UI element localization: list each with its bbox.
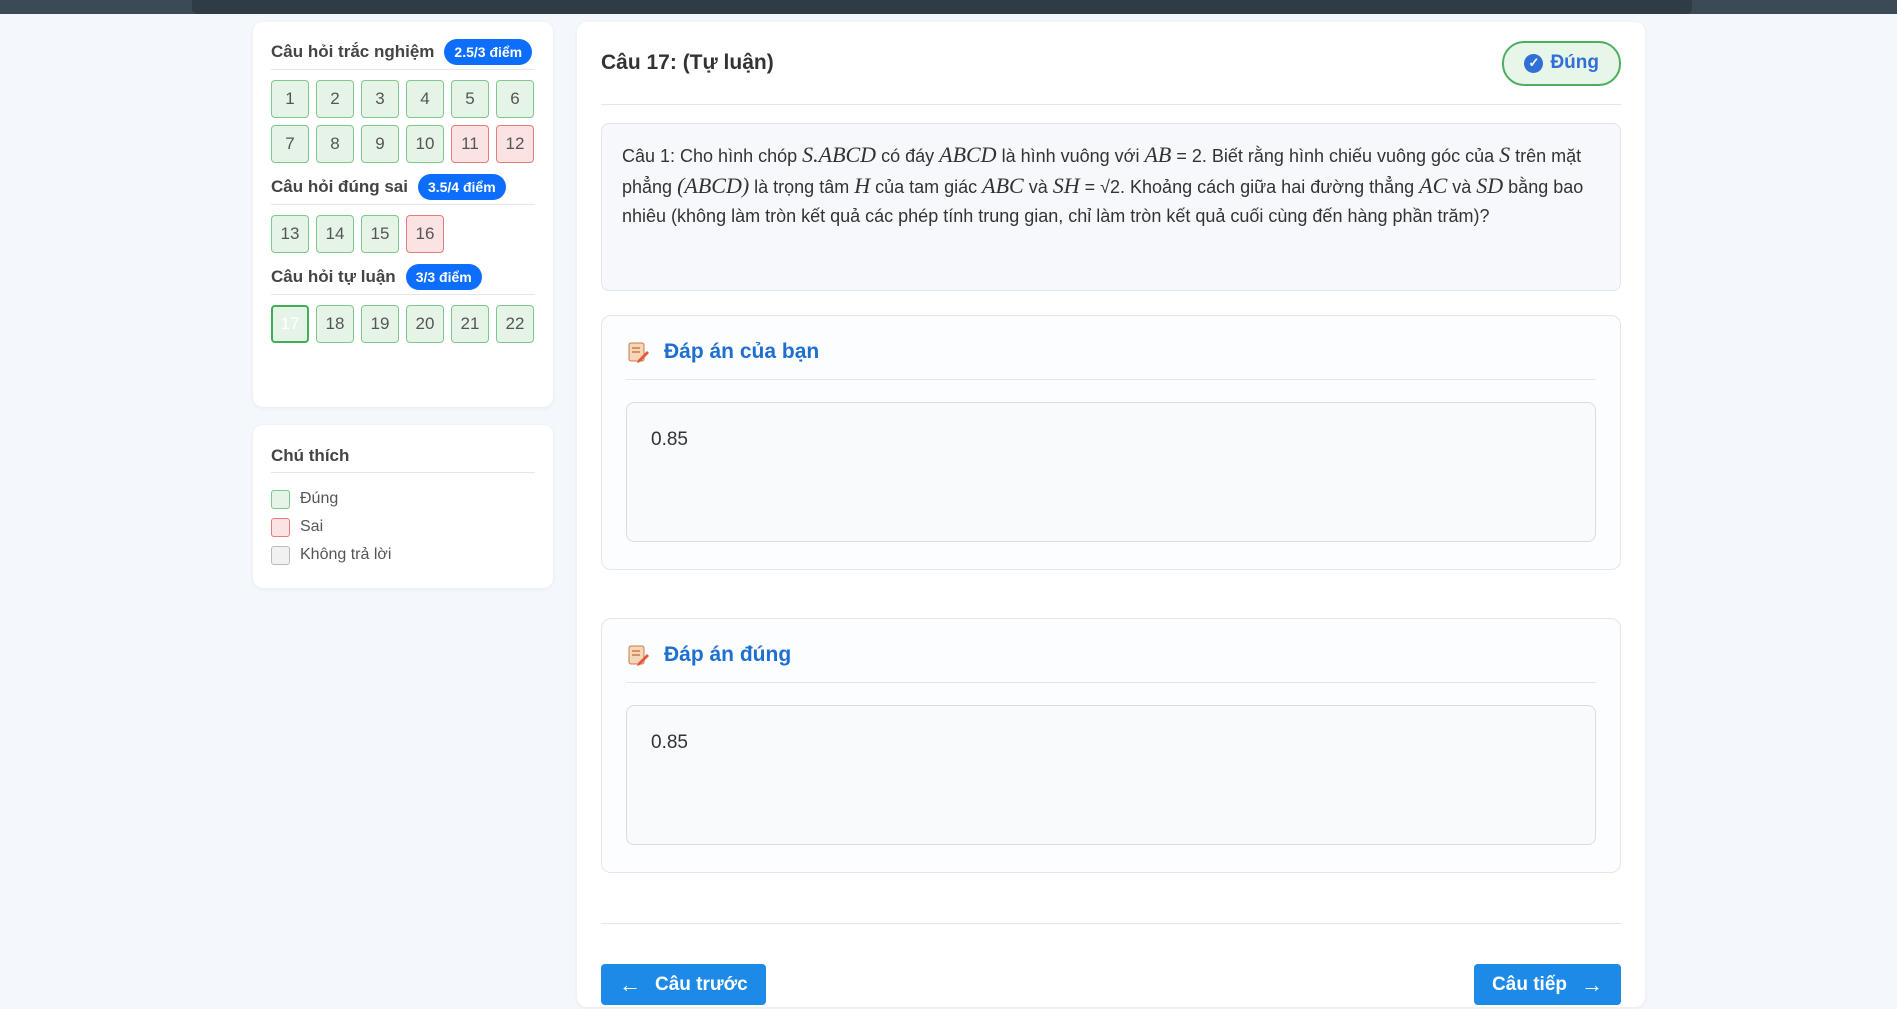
- previous-question-button[interactable]: ← Câu trước: [601, 964, 766, 1005]
- question-number-button[interactable]: 12: [496, 125, 534, 163]
- score-badge: 3.5/4 điểm: [417, 173, 506, 200]
- question-number-button[interactable]: 14: [316, 215, 354, 253]
- question-number-button[interactable]: 13: [271, 215, 309, 253]
- legend-item: Sai: [271, 513, 535, 541]
- correct-answer-title: Đáp án đúng: [664, 642, 792, 666]
- question-number-button[interactable]: 10: [406, 125, 444, 163]
- question-text-part: = √2. Khoảng cách giữa hai đường thẳng: [1079, 177, 1420, 197]
- question-number-button[interactable]: 15: [361, 215, 399, 253]
- edit-note-icon: [628, 342, 649, 363]
- legend-label: Không trả lời: [300, 546, 392, 563]
- footer-divider: [601, 923, 1621, 924]
- correct-answer-value: 0.85: [626, 705, 1596, 845]
- question-group-title: Câu hỏi đúng sai: [271, 176, 408, 196]
- math-expression: (ABCD): [677, 173, 750, 198]
- question-title: Câu 17: (Tự luận): [601, 51, 774, 74]
- next-question-button[interactable]: Câu tiếp →: [1474, 964, 1621, 1005]
- question-number-button[interactable]: 17: [271, 305, 309, 343]
- question-group-header: Câu hỏi trắc nghiệm 2.5/3 điểm: [271, 38, 535, 70]
- question-number-button[interactable]: 22: [496, 305, 534, 343]
- legend-title: Chú thích: [271, 443, 535, 473]
- question-group-header: Câu hỏi đúng sai 3.5/4 điểm: [271, 173, 535, 205]
- math-expression: AC: [1419, 173, 1448, 198]
- legend-swatch: [271, 517, 290, 537]
- question-grid: 1 2 3 4 5 6 7 8 9 10 11 12: [271, 80, 535, 163]
- correct-answer-section: Đáp án đúng 0.85: [601, 618, 1621, 873]
- edit-note-icon: [628, 645, 649, 666]
- your-answer-section: Đáp án của bạn 0.85: [601, 315, 1621, 570]
- math-expression: S: [1499, 142, 1511, 167]
- question-number-button[interactable]: 4: [406, 80, 444, 118]
- question-number-button[interactable]: 9: [361, 125, 399, 163]
- question-number-button[interactable]: 7: [271, 125, 309, 163]
- question-grid: 13 14 15 16: [271, 215, 535, 253]
- math-expression: SH: [1052, 173, 1080, 198]
- question-number-button[interactable]: 11: [451, 125, 489, 163]
- score-badge: 3/3 điểm: [405, 263, 482, 290]
- check-circle-icon: ✓: [1524, 53, 1544, 73]
- result-status-badge: ✓ Đúng: [1502, 40, 1621, 86]
- question-group-header: Câu hỏi tự luận 3/3 điểm: [271, 263, 535, 295]
- question-text: Câu 1: Cho hình chóp S.ABCD có đáy ABCD …: [601, 123, 1621, 291]
- math-expression: AB: [1144, 142, 1172, 167]
- arrow-right-icon: →: [1581, 971, 1603, 997]
- question-number-button[interactable]: 5: [451, 80, 489, 118]
- question-number-button[interactable]: 21: [451, 305, 489, 343]
- math-expression: ABCD: [939, 142, 997, 167]
- question-number-button[interactable]: 20: [406, 305, 444, 343]
- question-number-button[interactable]: 2: [316, 80, 354, 118]
- score-badge: 2.5/3 điểm: [444, 38, 533, 65]
- legend-swatch: [271, 545, 290, 565]
- legend-panel: Chú thích Đúng Sai Không trả lời: [253, 425, 553, 588]
- next-question-label: Câu tiếp: [1492, 973, 1567, 995]
- question-grid: 17 18 19 20 21 22: [271, 305, 535, 343]
- your-answer-title: Đáp án của bạn: [664, 339, 820, 363]
- question-text-part: Câu 1: Cho hình chóp: [622, 146, 803, 166]
- question-number-button[interactable]: 3: [361, 80, 399, 118]
- question-text-part: = 2. Biết rằng hình chiếu vuông góc của: [1171, 146, 1500, 166]
- question-text-part: là trọng tâm: [749, 177, 855, 197]
- legend-label: Đúng: [300, 490, 339, 507]
- question-number-button[interactable]: 19: [361, 305, 399, 343]
- question-text-part: và: [1023, 177, 1053, 197]
- math-expression: SD: [1476, 173, 1504, 198]
- math-expression: H: [854, 173, 871, 198]
- question-text-part: và: [1447, 177, 1477, 197]
- question-group-title: Câu hỏi tự luận: [271, 266, 396, 286]
- question-number-button[interactable]: 18: [316, 305, 354, 343]
- question-text-part: của tam giác: [870, 177, 983, 197]
- previous-question-label: Câu trước: [655, 973, 748, 995]
- legend-item: Không trả lời: [271, 541, 535, 569]
- legend-item: Đúng: [271, 485, 535, 513]
- result-status-label: Đúng: [1550, 52, 1599, 73]
- legend-label: Sai: [300, 518, 324, 535]
- top-bar-inner: [192, 0, 1692, 14]
- math-expression: ABC: [982, 173, 1024, 198]
- math-expression: S.ABCD: [802, 142, 877, 167]
- question-number-button[interactable]: 1: [271, 80, 309, 118]
- your-answer-value: 0.85: [626, 402, 1596, 542]
- question-number-button[interactable]: 6: [496, 80, 534, 118]
- question-header: Câu 17: (Tự luận) ✓ Đúng: [601, 22, 1621, 105]
- your-answer-header: Đáp án của bạn: [626, 316, 1596, 380]
- question-number-button[interactable]: 8: [316, 125, 354, 163]
- arrow-left-icon: ←: [619, 971, 641, 997]
- question-group-title: Câu hỏi trắc nghiệm: [271, 41, 435, 61]
- question-number-button[interactable]: 16: [406, 215, 444, 253]
- question-text-part: có đáy: [876, 146, 940, 166]
- question-panel: Câu 17: (Tự luận) ✓ Đúng Câu 1: Cho hình…: [577, 22, 1645, 1007]
- browser-top-bar: [0, 0, 1897, 14]
- legend-swatch: [271, 489, 290, 509]
- question-navigation-panel: Câu hỏi trắc nghiệm 2.5/3 điểm 1 2 3 4 5 6 7 8 9 10…: [253, 22, 553, 407]
- correct-answer-header: Đáp án đúng: [626, 619, 1596, 683]
- question-text-part: là hình vuông với: [996, 146, 1145, 166]
